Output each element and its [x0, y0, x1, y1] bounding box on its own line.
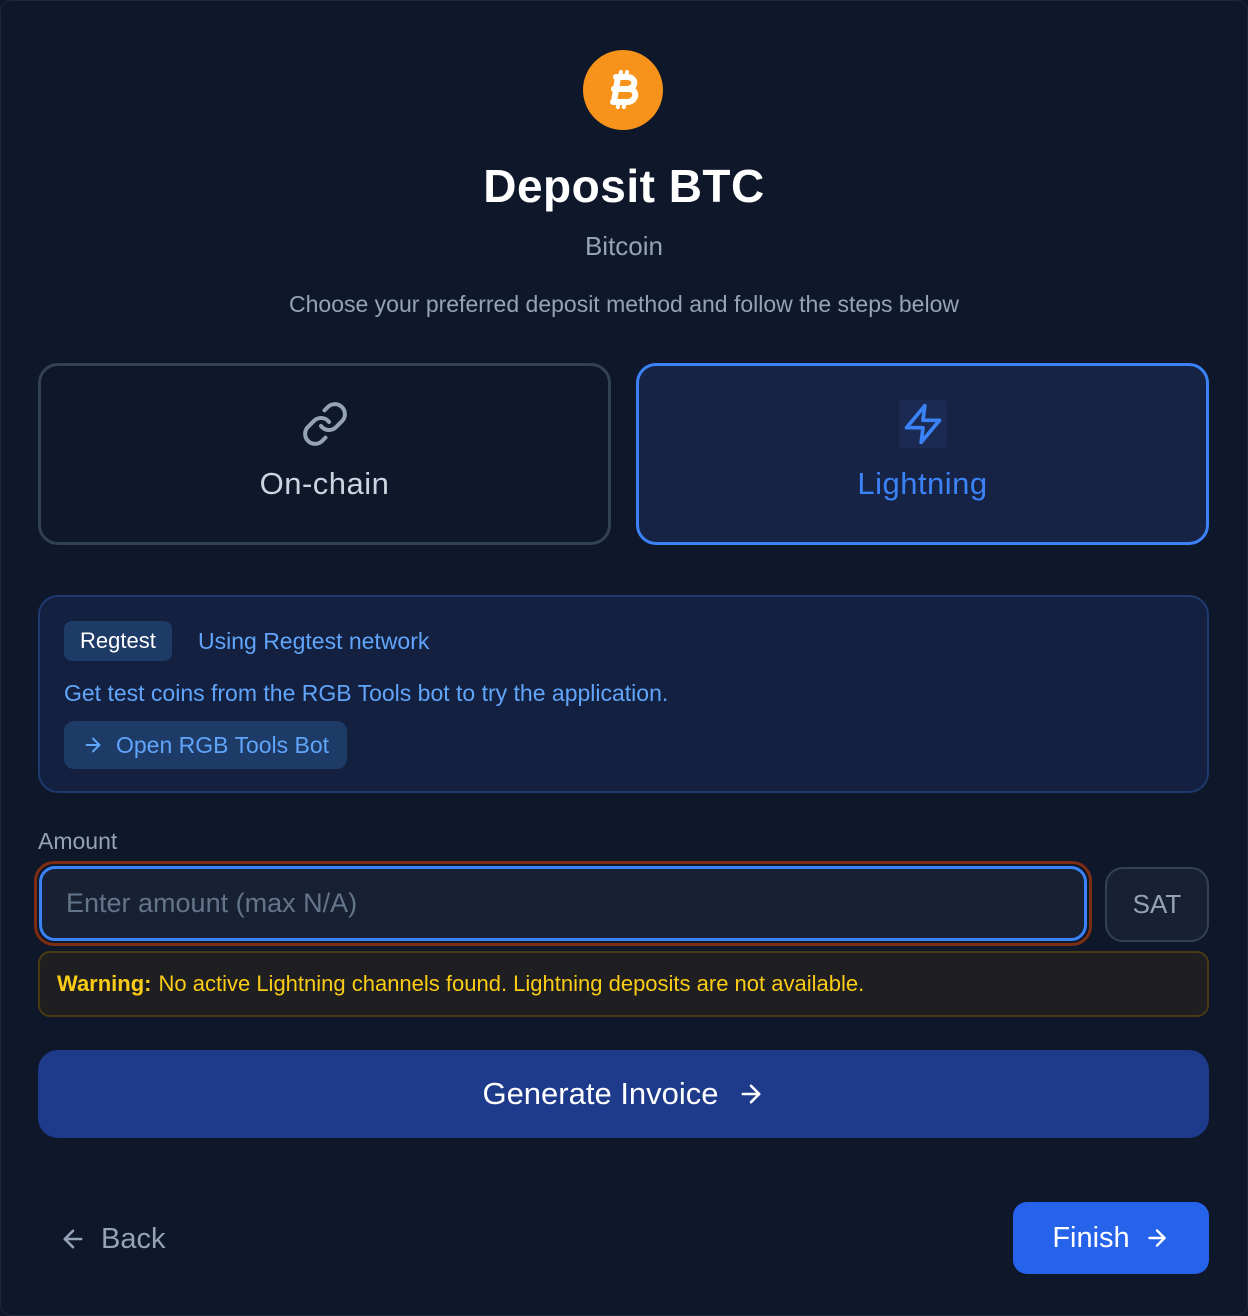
lightning-icon [898, 400, 947, 448]
asset-subtitle: Bitcoin [584, 231, 664, 261]
arrow-left-icon [59, 1225, 87, 1253]
lightning-method-button[interactable]: Lightning [636, 363, 1209, 545]
regtest-info-panel: Regtest Using Regtest network Get test c… [38, 595, 1209, 793]
finish-button[interactable]: Finish [1013, 1202, 1209, 1274]
back-button[interactable]: Back [59, 1213, 165, 1265]
generate-invoice-button[interactable]: Generate Invoice [38, 1050, 1209, 1138]
regtest-network-text: Using Regtest network [198, 628, 430, 654]
link-icon [301, 400, 349, 448]
arrow-right-icon [82, 734, 104, 756]
amount-label: Amount [38, 828, 118, 854]
generate-invoice-label: Generate Invoice [482, 1076, 719, 1111]
lightning-method-label: Lightning [857, 466, 988, 501]
regtest-description: Get test coins from the RGB Tools bot to… [64, 680, 669, 706]
amount-unit: SAT [1105, 867, 1209, 942]
onchain-method-label: On-chain [259, 466, 390, 501]
lightning-warning: Warning: No active Lightning channels fo… [38, 951, 1209, 1017]
instructions-text: Choose your preferred deposit method and… [289, 291, 959, 317]
arrow-right-icon [1144, 1225, 1170, 1251]
bitcoin-icon [583, 50, 663, 130]
open-rgb-tools-bot-button[interactable]: Open RGB Tools Bot [64, 721, 348, 769]
page-title: Deposit BTC [483, 160, 765, 212]
amount-input[interactable] [39, 866, 1087, 941]
onchain-method-button[interactable]: On-chain [38, 363, 611, 545]
finish-label: Finish [1052, 1221, 1130, 1254]
amount-input-wrapper [34, 861, 1092, 946]
regtest-badge: Regtest [64, 621, 172, 661]
arrow-right-icon [737, 1080, 765, 1108]
warning-prefix: Warning: [57, 971, 152, 996]
warning-message: No active Lightning channels found. Ligh… [158, 971, 865, 996]
back-label: Back [101, 1222, 166, 1255]
deposit-dialog: Deposit BTC Bitcoin Choose your preferre… [0, 0, 1248, 1316]
bot-button-label: Open RGB Tools Bot [116, 731, 330, 758]
